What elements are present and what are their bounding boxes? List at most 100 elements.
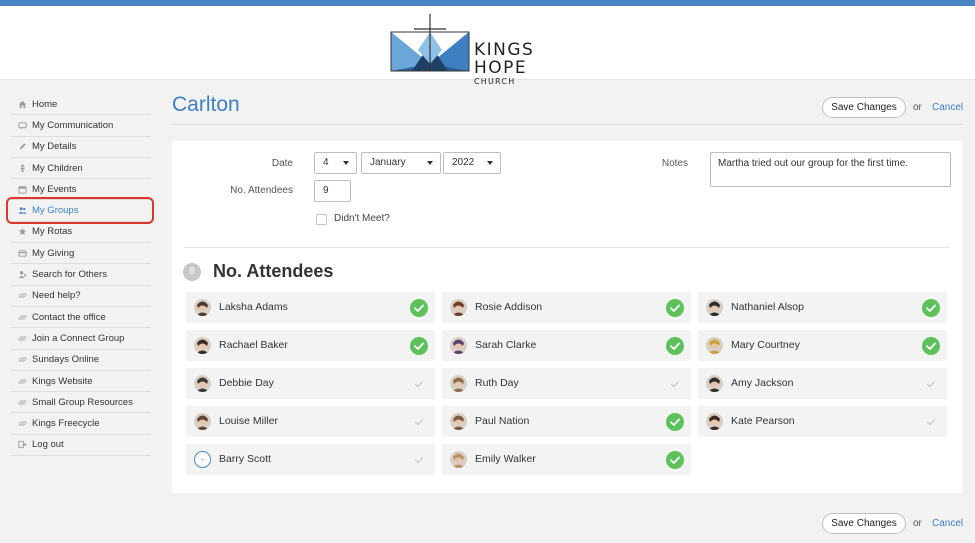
cancel-link-top[interactable]: Cancel: [932, 102, 963, 113]
title-divider: [172, 124, 963, 125]
sidebar-item-need-help[interactable]: Need help?: [11, 286, 151, 307]
home-icon: [14, 98, 30, 110]
link-icon: [14, 290, 30, 302]
attendee-row[interactable]: Kate Pearson: [698, 406, 947, 437]
sidebar-item-my-children[interactable]: My Children: [11, 158, 151, 180]
attendee-name: Ruth Day: [475, 377, 519, 389]
calendar-icon: [14, 183, 30, 195]
sidebar-item-my-giving[interactable]: My Giving: [11, 243, 151, 265]
absent-check-icon[interactable]: [410, 451, 428, 469]
absent-check-icon[interactable]: [410, 413, 428, 431]
attendee-row[interactable]: Amy Jackson: [698, 368, 947, 399]
attendee-name: Nathaniel Alsop: [731, 301, 804, 313]
attendees-input[interactable]: 9: [314, 180, 351, 202]
absent-check-icon[interactable]: [666, 375, 684, 393]
present-check-icon[interactable]: [666, 299, 684, 317]
sidebar-item-label: Home: [32, 98, 58, 110]
avatar: [706, 413, 723, 430]
attendance-count-badge: 8: [183, 263, 201, 281]
sidebar-item-search-for-others[interactable]: Search for Others: [11, 264, 151, 286]
avatar: [706, 299, 723, 316]
pencil-icon: [14, 141, 30, 153]
save-changes-button-top[interactable]: Save Changes: [822, 97, 906, 118]
attendee-name: Rachael Baker: [219, 339, 288, 351]
or-text-top: or: [913, 102, 922, 113]
present-check-icon[interactable]: [666, 413, 684, 431]
present-check-icon[interactable]: [922, 299, 940, 317]
attendee-row[interactable]: Rachael Baker: [186, 330, 435, 361]
sidebar-item-kings-website[interactable]: Kings Website: [11, 371, 151, 393]
sidebar-item-my-communication[interactable]: My Communication: [11, 115, 151, 137]
sidebar-item-sundays-online[interactable]: Sundays Online: [11, 350, 151, 371]
didnt-meet-label: Didn't Meet?: [334, 213, 390, 224]
avatar: [450, 451, 467, 468]
date-label: Date: [271, 158, 293, 169]
present-check-icon[interactable]: [666, 451, 684, 469]
chevron-down-icon: [487, 161, 493, 165]
active-nav-highlight: [6, 197, 154, 224]
sidebar-item-contact-the-office[interactable]: Contact the office: [11, 307, 151, 329]
month-select[interactable]: January: [361, 152, 441, 174]
present-check-icon[interactable]: [410, 337, 428, 355]
sidebar-item-kings-freecycle[interactable]: Kings Freecycle: [11, 413, 151, 435]
attendee-row[interactable]: Debbie Day: [186, 368, 435, 399]
sidebar-item-label: Need help?: [32, 290, 81, 302]
attendance-section-title: No. Attendees: [213, 261, 334, 281]
sidebar-item-my-rotas[interactable]: My Rotas: [11, 222, 151, 244]
attendee-name: Laksha Adams: [219, 301, 288, 313]
attendee-row[interactable]: Emily Walker: [442, 444, 691, 475]
notes-textarea[interactable]: Martha tried out our group for the first…: [710, 152, 951, 187]
sidebar-item-home[interactable]: Home: [11, 94, 151, 116]
attendee-name: Emily Walker: [475, 453, 536, 465]
sidebar-item-log-out[interactable]: Log out: [11, 435, 151, 457]
attendee-row[interactable]: - Barry Scott: [186, 444, 435, 475]
logout-icon: [14, 439, 30, 451]
avatar: [194, 337, 211, 354]
attendee-row[interactable]: Paul Nation: [442, 406, 691, 437]
attendee-row[interactable]: Laksha Adams: [186, 292, 435, 323]
attendee-row[interactable]: Rosie Addison: [442, 292, 691, 323]
attendee-row[interactable]: Louise Miller: [186, 406, 435, 437]
attendee-row[interactable]: Ruth Day: [442, 368, 691, 399]
sidebar-item-my-details[interactable]: My Details: [11, 137, 151, 158]
attendee-row[interactable]: Sarah Clarke: [442, 330, 691, 361]
sidebar-item-label: Kings Freecycle: [32, 418, 100, 430]
year-select[interactable]: 2022: [443, 152, 501, 174]
sidebar-item-label: My Children: [32, 162, 83, 174]
avatar: [706, 375, 723, 392]
attendee-name: Rosie Addison: [475, 301, 543, 313]
absent-check-icon[interactable]: [922, 375, 940, 393]
sidebar-item-label: My Rotas: [32, 226, 73, 238]
cancel-link-bottom[interactable]: Cancel: [932, 518, 963, 529]
link-icon: [14, 375, 30, 387]
day-select[interactable]: 4: [314, 152, 357, 174]
child-icon: [14, 162, 30, 174]
attendance-card: Date 4 January 2022 No. Attendees 9 Didn…: [172, 141, 962, 493]
notes-label: Notes: [661, 158, 688, 169]
or-text-bottom: or: [913, 518, 922, 529]
avatar: [194, 375, 211, 392]
brand-name: KINGS HOPE: [474, 40, 535, 78]
attendee-row[interactable]: Mary Courtney: [698, 330, 947, 361]
present-check-icon[interactable]: [922, 337, 940, 355]
avatar: [450, 375, 467, 392]
save-changes-button-bottom[interactable]: Save Changes: [822, 513, 906, 534]
sidebar-item-small-group-resources[interactable]: Small Group Resources: [11, 392, 151, 414]
sidebar-item-label: Contact the office: [32, 311, 106, 323]
church-logo[interactable]: KINGS HOPE CHURCH: [390, 14, 590, 86]
attendee-row[interactable]: Nathaniel Alsop: [698, 292, 947, 323]
sidebar-item-label: My Communication: [32, 119, 114, 131]
month-value: January: [370, 157, 406, 168]
absent-check-icon[interactable]: [410, 375, 428, 393]
present-check-icon[interactable]: [666, 337, 684, 355]
sidebar-item-label: Sundays Online: [32, 354, 100, 366]
didnt-meet-checkbox[interactable]: [316, 214, 327, 225]
sidebar-item-join-a-connect-group[interactable]: Join a Connect Group: [11, 328, 151, 350]
avatar: [194, 299, 211, 316]
day-value: 4: [323, 157, 329, 168]
attendees-label: No. Attendees: [230, 185, 293, 196]
absent-check-icon[interactable]: [922, 413, 940, 431]
present-check-icon[interactable]: [410, 299, 428, 317]
attendee-name: Barry Scott: [219, 453, 271, 465]
year-value: 2022: [452, 157, 475, 168]
